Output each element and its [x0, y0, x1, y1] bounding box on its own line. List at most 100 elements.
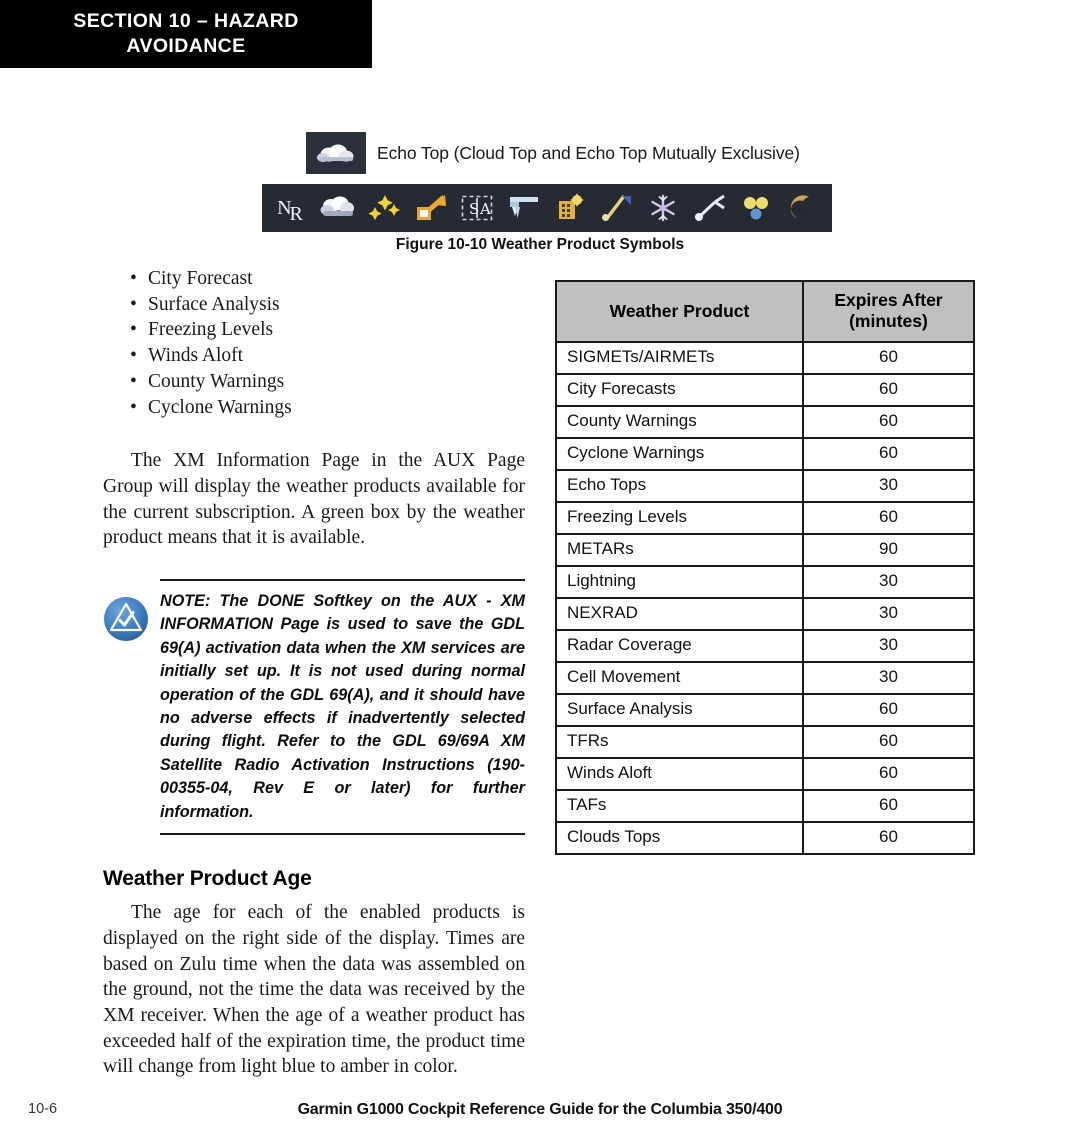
paragraph-product-age: The age for each of the enabled products… [103, 902, 525, 1078]
cell-expires: 30 [801, 469, 976, 503]
list-item: • County Warnings [103, 369, 525, 395]
weather-product-symbol-strip: NR S A [262, 184, 832, 232]
cell-product: Cyclone Warnings [555, 437, 804, 471]
list-item-label: Cyclone Warnings [148, 396, 292, 418]
echo-top-legend-row: Echo Top (Cloud Top and Echo Top Mutuall… [306, 132, 1080, 174]
cell-expires: 30 [801, 597, 976, 631]
freezing-level-icon [504, 188, 544, 228]
surface-analysis-icon [690, 188, 730, 228]
cell-product: County Warnings [555, 405, 804, 439]
table-row: Clouds Tops 60 [555, 821, 976, 855]
lightning-icon [364, 188, 404, 228]
list-item: • Winds Aloft [103, 343, 525, 369]
cell-expires: 60 [801, 757, 976, 791]
cell-expires: 60 [801, 821, 976, 855]
left-column: • City Forecast • Surface Analysis • Freezi… [103, 266, 525, 1080]
cell-expires: 90 [801, 533, 976, 567]
cyclone-warnings-icon [783, 188, 823, 228]
table-row: Echo Tops 30 [555, 469, 976, 503]
weather-product-bullet-list: • City Forecast • Surface Analysis • Freezi… [103, 266, 525, 420]
cell-product: Echo Tops [555, 469, 804, 503]
list-item-label: Winds Aloft [148, 345, 244, 367]
table-row: Surface Analysis 60 [555, 693, 976, 727]
cell-product: City Forecasts [555, 373, 804, 407]
cell-product: TFRs [555, 725, 804, 759]
table-body: SIGMETs/AIRMETs 60 City Forecasts 60 Count… [555, 341, 976, 855]
table-row: METARs 90 [555, 533, 976, 567]
cell-movement-icon [411, 188, 451, 228]
footer-title: Garmin G1000 Cockpit Reference Guide for… [297, 1101, 783, 1118]
column-header-weather-product: Weather Product [555, 280, 804, 343]
cell-expires: 60 [801, 405, 976, 439]
winds-aloft-icon [597, 188, 637, 228]
cell-expires: 60 [801, 693, 976, 727]
table-row: TFRs 60 [555, 725, 976, 759]
section-header-bar: SECTION 10 – HAZARD AVOIDANCE [0, 0, 372, 68]
cell-product: Clouds Tops [555, 821, 804, 855]
table-row: Lightning 30 [555, 565, 976, 599]
cell-expires: 60 [801, 789, 976, 823]
list-item-label: City Forecast [148, 268, 253, 289]
note-triangle-check-icon [104, 597, 148, 642]
column-header-expires-after: Expires After (minutes) [801, 280, 976, 343]
list-item: • Freezing Levels [103, 317, 525, 343]
figure-10-10: Echo Top (Cloud Top and Echo Top Mutuall… [0, 132, 1080, 253]
cell-product: Freezing Levels [555, 501, 804, 535]
cell-expires: 60 [801, 501, 976, 535]
svg-text:S: S [469, 200, 479, 218]
note-bottom-rule [160, 833, 525, 836]
table-header-row: Weather Product Expires After (minutes) [555, 280, 976, 343]
bullet-dot-icon: • [130, 370, 137, 392]
table-header: Weather Product Expires After (minutes) [555, 280, 976, 343]
note-body: NOTE: The DONE Softkey on the AUX - XM I… [103, 581, 525, 833]
cell-product: METARs [555, 533, 804, 567]
cell-product: Surface Analysis [555, 693, 804, 727]
table-row: SIGMETs/AIRMETs 60 [555, 341, 976, 375]
cloud-tops-icon [318, 188, 358, 228]
list-item-label: County Warnings [148, 370, 285, 392]
bullet-dot-icon: • [130, 319, 137, 341]
cell-product: Winds Aloft [555, 757, 804, 791]
note-icon-wrap [103, 590, 160, 647]
cell-expires: 60 [801, 373, 976, 407]
cell-product: NEXRAD [555, 597, 804, 631]
svg-text:A: A [479, 200, 491, 218]
list-item: • City Forecast [103, 266, 525, 292]
cell-product: Radar Coverage [555, 629, 804, 663]
list-item-label: Freezing Levels [148, 319, 274, 341]
table-row: Winds Aloft 60 [555, 757, 976, 791]
section-header-title: SECTION 10 – HAZARD AVOIDANCE [73, 10, 299, 57]
cell-expires: 30 [801, 629, 976, 663]
table-row: County Warnings 60 [555, 405, 976, 439]
table-row: Freezing Levels 60 [555, 501, 976, 535]
city-forecast-icon [550, 188, 590, 228]
sigmet-airmet-icon: S A [457, 188, 497, 228]
cell-expires: 30 [801, 661, 976, 695]
cell-expires: 30 [801, 565, 976, 599]
cell-expires: 60 [801, 725, 976, 759]
cell-expires: 60 [801, 437, 976, 471]
table-row: City Forecasts 60 [555, 373, 976, 407]
bullet-dot-icon: • [130, 293, 137, 315]
cell-product: Cell Movement [555, 661, 804, 695]
list-item: • Surface Analysis [103, 292, 525, 318]
table-row: NEXRAD 30 [555, 597, 976, 631]
bullet-dot-icon: • [130, 396, 137, 418]
weather-product-expiration-table: Weather Product Expires After (minutes) … [555, 280, 976, 855]
list-item-label: Surface Analysis [148, 293, 280, 315]
note-callout: NOTE: The DONE Softkey on the AUX - XM I… [103, 579, 525, 836]
page-sub-heading: Weather Product Age [103, 867, 312, 891]
list-item: • Cyclone Warnings [103, 395, 525, 421]
table-row: Radar Coverage 30 [555, 629, 976, 663]
cell-product: Lightning [555, 565, 804, 599]
page-footer: 10-6 Garmin G1000 Cockpit Reference Guid… [0, 1101, 1080, 1123]
paragraph-xm-information: The XM Information Page in the AUX Page … [103, 450, 525, 549]
cell-expires: 60 [801, 341, 976, 375]
echo-top-icon-swatch [306, 132, 366, 174]
table-row: Cell Movement 30 [555, 661, 976, 695]
note-label: NOTE: [160, 592, 211, 611]
column-header-expires-line2: (minutes) [849, 311, 928, 331]
cell-product: SIGMETs/AIRMETs [555, 341, 804, 375]
bullet-dot-icon: • [130, 268, 137, 289]
